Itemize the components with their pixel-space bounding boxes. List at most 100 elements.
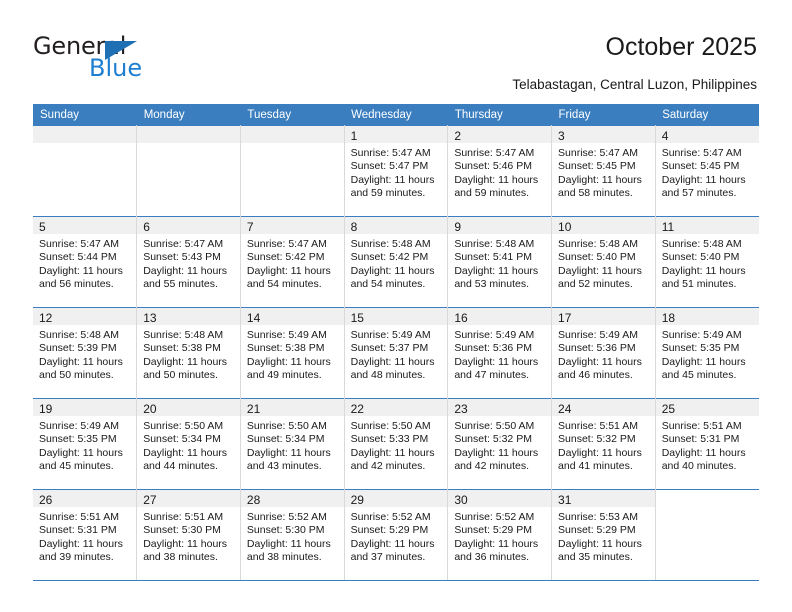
calendar-day-cell[interactable]: 14 Sunrise: 5:49 AM Sunset: 5:38 PM Dayligh… bbox=[240, 307, 345, 399]
day-detail-line: Sunrise: 5:48 AM bbox=[558, 238, 638, 250]
day-detail-line: Daylight: 11 hours bbox=[558, 355, 642, 368]
day-detail-line: Sunrise: 5:49 AM bbox=[350, 329, 431, 341]
weekday-header-tuesday: Tuesday bbox=[240, 104, 345, 126]
day-number-band: 24 bbox=[552, 399, 655, 416]
calendar-day-cell[interactable]: 7 Sunrise: 5:47 AM Sunset: 5:42 PM Daylight… bbox=[240, 216, 345, 308]
day-detail-line: and 53 minutes. bbox=[454, 278, 530, 291]
calendar-day-cell[interactable]: 10 Sunrise: 5:48 AM Sunset: 5:40 PM Dayligh… bbox=[551, 216, 656, 308]
day-detail-line: Sunset: 5:45 PM bbox=[661, 160, 740, 173]
day-number-band bbox=[137, 126, 240, 143]
calendar-day-cell[interactable]: 22 Sunrise: 5:50 AM Sunset: 5:33 PM Dayligh… bbox=[344, 398, 449, 490]
day-number-band: 7 bbox=[240, 217, 344, 234]
calendar-day-cell[interactable]: 28 Sunrise: 5:52 AM Sunset: 5:30 PM Dayligh… bbox=[240, 489, 345, 581]
general-blue-logo[interactable]: General Blue bbox=[33, 33, 223, 83]
day-detail-line: Daylight: 11 hours bbox=[661, 355, 746, 368]
day-number-band: 18 bbox=[655, 308, 759, 325]
calendar-day-cell[interactable]: 12 Sunrise: 5:48 AM Sunset: 5:39 PM Dayligh… bbox=[33, 307, 138, 399]
day-number-band: 10 bbox=[552, 217, 655, 234]
day-detail-text bbox=[33, 143, 136, 147]
calendar-day-cell[interactable]: 13 Sunrise: 5:48 AM Sunset: 5:38 PM Dayligh… bbox=[136, 307, 241, 399]
day-detail-line: Daylight: 11 hours bbox=[350, 537, 435, 550]
day-detail-line: Sunset: 5:35 PM bbox=[661, 342, 740, 355]
calendar-day-cell[interactable]: 16 Sunrise: 5:49 AM Sunset: 5:36 PM Dayligh… bbox=[447, 307, 553, 399]
day-number-band: 22 bbox=[344, 399, 448, 416]
day-detail-text: Sunrise: 5:51 AM Sunset: 5:32 PM Daylight:… bbox=[552, 416, 655, 474]
day-detail-line: Sunrise: 5:50 AM bbox=[143, 420, 224, 432]
day-detail-text: Sunrise: 5:49 AM Sunset: 5:36 PM Daylight:… bbox=[552, 325, 655, 383]
day-detail-line: Daylight: 11 hours bbox=[558, 173, 642, 186]
day-number-band: 31 bbox=[552, 490, 655, 507]
calendar-day-cell[interactable]: 15 Sunrise: 5:49 AM Sunset: 5:37 PM Dayligh… bbox=[344, 307, 449, 399]
day-number-band: 6 bbox=[137, 217, 240, 234]
day-number-band bbox=[33, 126, 137, 143]
day-number: 28 bbox=[246, 493, 261, 507]
day-detail-line: Sunrise: 5:49 AM bbox=[246, 329, 327, 341]
calendar-day-cell[interactable]: 4 Sunrise: 5:47 AM Sunset: 5:45 PM Daylight… bbox=[655, 125, 759, 217]
calendar-day-cell[interactable]: 25 Sunrise: 5:51 AM Sunset: 5:31 PM Dayligh… bbox=[655, 398, 759, 490]
day-detail-text: Sunrise: 5:47 AM Sunset: 5:44 PM Daylight:… bbox=[33, 234, 136, 292]
calendar-day-cell[interactable]: 1 Sunrise: 5:47 AM Sunset: 5:47 PM Daylight… bbox=[344, 125, 449, 217]
calendar-day-cell[interactable]: 5 Sunrise: 5:47 AM Sunset: 5:44 PM Daylight… bbox=[33, 216, 138, 308]
day-detail-text: Sunrise: 5:52 AM Sunset: 5:29 PM Daylight:… bbox=[345, 507, 448, 565]
calendar-day-cell[interactable]: 21 Sunrise: 5:50 AM Sunset: 5:34 PM Dayligh… bbox=[240, 398, 345, 490]
day-number-band: 19 bbox=[33, 399, 137, 416]
day-detail-line: Sunrise: 5:49 AM bbox=[661, 329, 742, 341]
day-number: 16 bbox=[454, 311, 468, 325]
calendar-day-cell[interactable]: 27 Sunrise: 5:51 AM Sunset: 5:30 PM Dayligh… bbox=[136, 489, 241, 581]
day-number: 12 bbox=[39, 311, 53, 325]
day-detail-line: and 54 minutes. bbox=[246, 278, 322, 291]
day-detail-line: Sunset: 5:38 PM bbox=[246, 342, 325, 355]
day-detail-text: Sunrise: 5:48 AM Sunset: 5:40 PM Daylight:… bbox=[552, 234, 655, 292]
calendar-day-cell[interactable]: 2 Sunrise: 5:47 AM Sunset: 5:46 PM Daylight… bbox=[447, 125, 553, 217]
day-detail-line: and 50 minutes. bbox=[143, 369, 218, 382]
calendar-day-cell[interactable]: 23 Sunrise: 5:50 AM Sunset: 5:32 PM Dayligh… bbox=[447, 398, 553, 490]
calendar-day-cell[interactable]: 9 Sunrise: 5:48 AM Sunset: 5:41 PM Daylight… bbox=[447, 216, 553, 308]
day-detail-line: and 36 minutes. bbox=[454, 551, 530, 564]
calendar-day-cell[interactable]: 11 Sunrise: 5:48 AM Sunset: 5:40 PM Dayligh… bbox=[655, 216, 759, 308]
day-detail-line: Sunrise: 5:51 AM bbox=[661, 420, 742, 432]
day-detail-line: and 38 minutes. bbox=[143, 551, 218, 564]
day-detail-text: Sunrise: 5:48 AM Sunset: 5:38 PM Daylight:… bbox=[137, 325, 240, 383]
day-number-band: 17 bbox=[552, 308, 655, 325]
day-detail-line: Daylight: 11 hours bbox=[558, 537, 642, 550]
day-detail-line: Daylight: 11 hours bbox=[39, 264, 123, 277]
day-number-band: 4 bbox=[655, 126, 759, 143]
day-detail-text bbox=[241, 143, 344, 147]
day-detail-line: Daylight: 11 hours bbox=[558, 264, 642, 277]
day-detail-line: and 49 minutes. bbox=[246, 369, 322, 382]
calendar-day-cell[interactable]: 3 Sunrise: 5:47 AM Sunset: 5:45 PM Daylight… bbox=[551, 125, 656, 217]
day-detail-line: Sunrise: 5:51 AM bbox=[143, 511, 224, 523]
day-detail-line: and 41 minutes. bbox=[558, 460, 633, 473]
day-detail-line: and 45 minutes. bbox=[661, 369, 737, 382]
day-detail-line: and 54 minutes. bbox=[350, 278, 426, 291]
calendar-day-cell[interactable]: 26 Sunrise: 5:51 AM Sunset: 5:31 PM Dayligh… bbox=[33, 489, 138, 581]
day-detail-line: and 48 minutes. bbox=[350, 369, 426, 382]
day-number: 17 bbox=[558, 311, 572, 325]
day-number-band: 11 bbox=[655, 217, 759, 234]
calendar-day-cell[interactable]: 31 Sunrise: 5:53 AM Sunset: 5:29 PM Dayligh… bbox=[551, 489, 656, 581]
day-detail-line: Sunrise: 5:47 AM bbox=[350, 147, 431, 159]
calendar-day-cell[interactable]: 24 Sunrise: 5:51 AM Sunset: 5:32 PM Dayligh… bbox=[551, 398, 656, 490]
calendar-day-cell[interactable]: 20 Sunrise: 5:50 AM Sunset: 5:34 PM Dayligh… bbox=[136, 398, 241, 490]
day-detail-line: Sunset: 5:32 PM bbox=[558, 433, 636, 446]
calendar-day-cell[interactable]: 8 Sunrise: 5:48 AM Sunset: 5:42 PM Daylight… bbox=[344, 216, 449, 308]
day-detail-line: and 45 minutes. bbox=[39, 460, 114, 473]
day-detail-line: Sunrise: 5:49 AM bbox=[454, 329, 535, 341]
day-number: 27 bbox=[143, 493, 157, 507]
calendar-day-cell[interactable]: 6 Sunrise: 5:47 AM Sunset: 5:43 PM Daylight… bbox=[136, 216, 241, 308]
day-detail-text: Sunrise: 5:50 AM Sunset: 5:33 PM Daylight:… bbox=[345, 416, 448, 474]
day-detail-text: Sunrise: 5:47 AM Sunset: 5:43 PM Daylight:… bbox=[137, 234, 240, 292]
day-detail-line: Sunrise: 5:47 AM bbox=[558, 147, 638, 159]
weekday-header-sunday: Sunday bbox=[33, 104, 137, 126]
page-title: October 2025 bbox=[605, 33, 758, 61]
day-detail-line: Sunset: 5:29 PM bbox=[558, 524, 636, 537]
day-number: 3 bbox=[558, 129, 565, 143]
day-detail-line: Sunset: 5:31 PM bbox=[39, 524, 117, 537]
calendar-day-cell[interactable]: 19 Sunrise: 5:49 AM Sunset: 5:35 PM Dayligh… bbox=[33, 398, 138, 490]
calendar-day-cell[interactable]: 18 Sunrise: 5:49 AM Sunset: 5:35 PM Dayligh… bbox=[655, 307, 759, 399]
day-detail-line: Daylight: 11 hours bbox=[350, 264, 435, 277]
calendar-day-cell[interactable]: 17 Sunrise: 5:49 AM Sunset: 5:36 PM Dayligh… bbox=[551, 307, 656, 399]
calendar-day-cell[interactable]: 29 Sunrise: 5:52 AM Sunset: 5:29 PM Dayligh… bbox=[344, 489, 449, 581]
calendar-day-cell[interactable]: 30 Sunrise: 5:52 AM Sunset: 5:29 PM Dayligh… bbox=[447, 489, 553, 581]
day-detail-line: and 35 minutes. bbox=[558, 551, 633, 564]
